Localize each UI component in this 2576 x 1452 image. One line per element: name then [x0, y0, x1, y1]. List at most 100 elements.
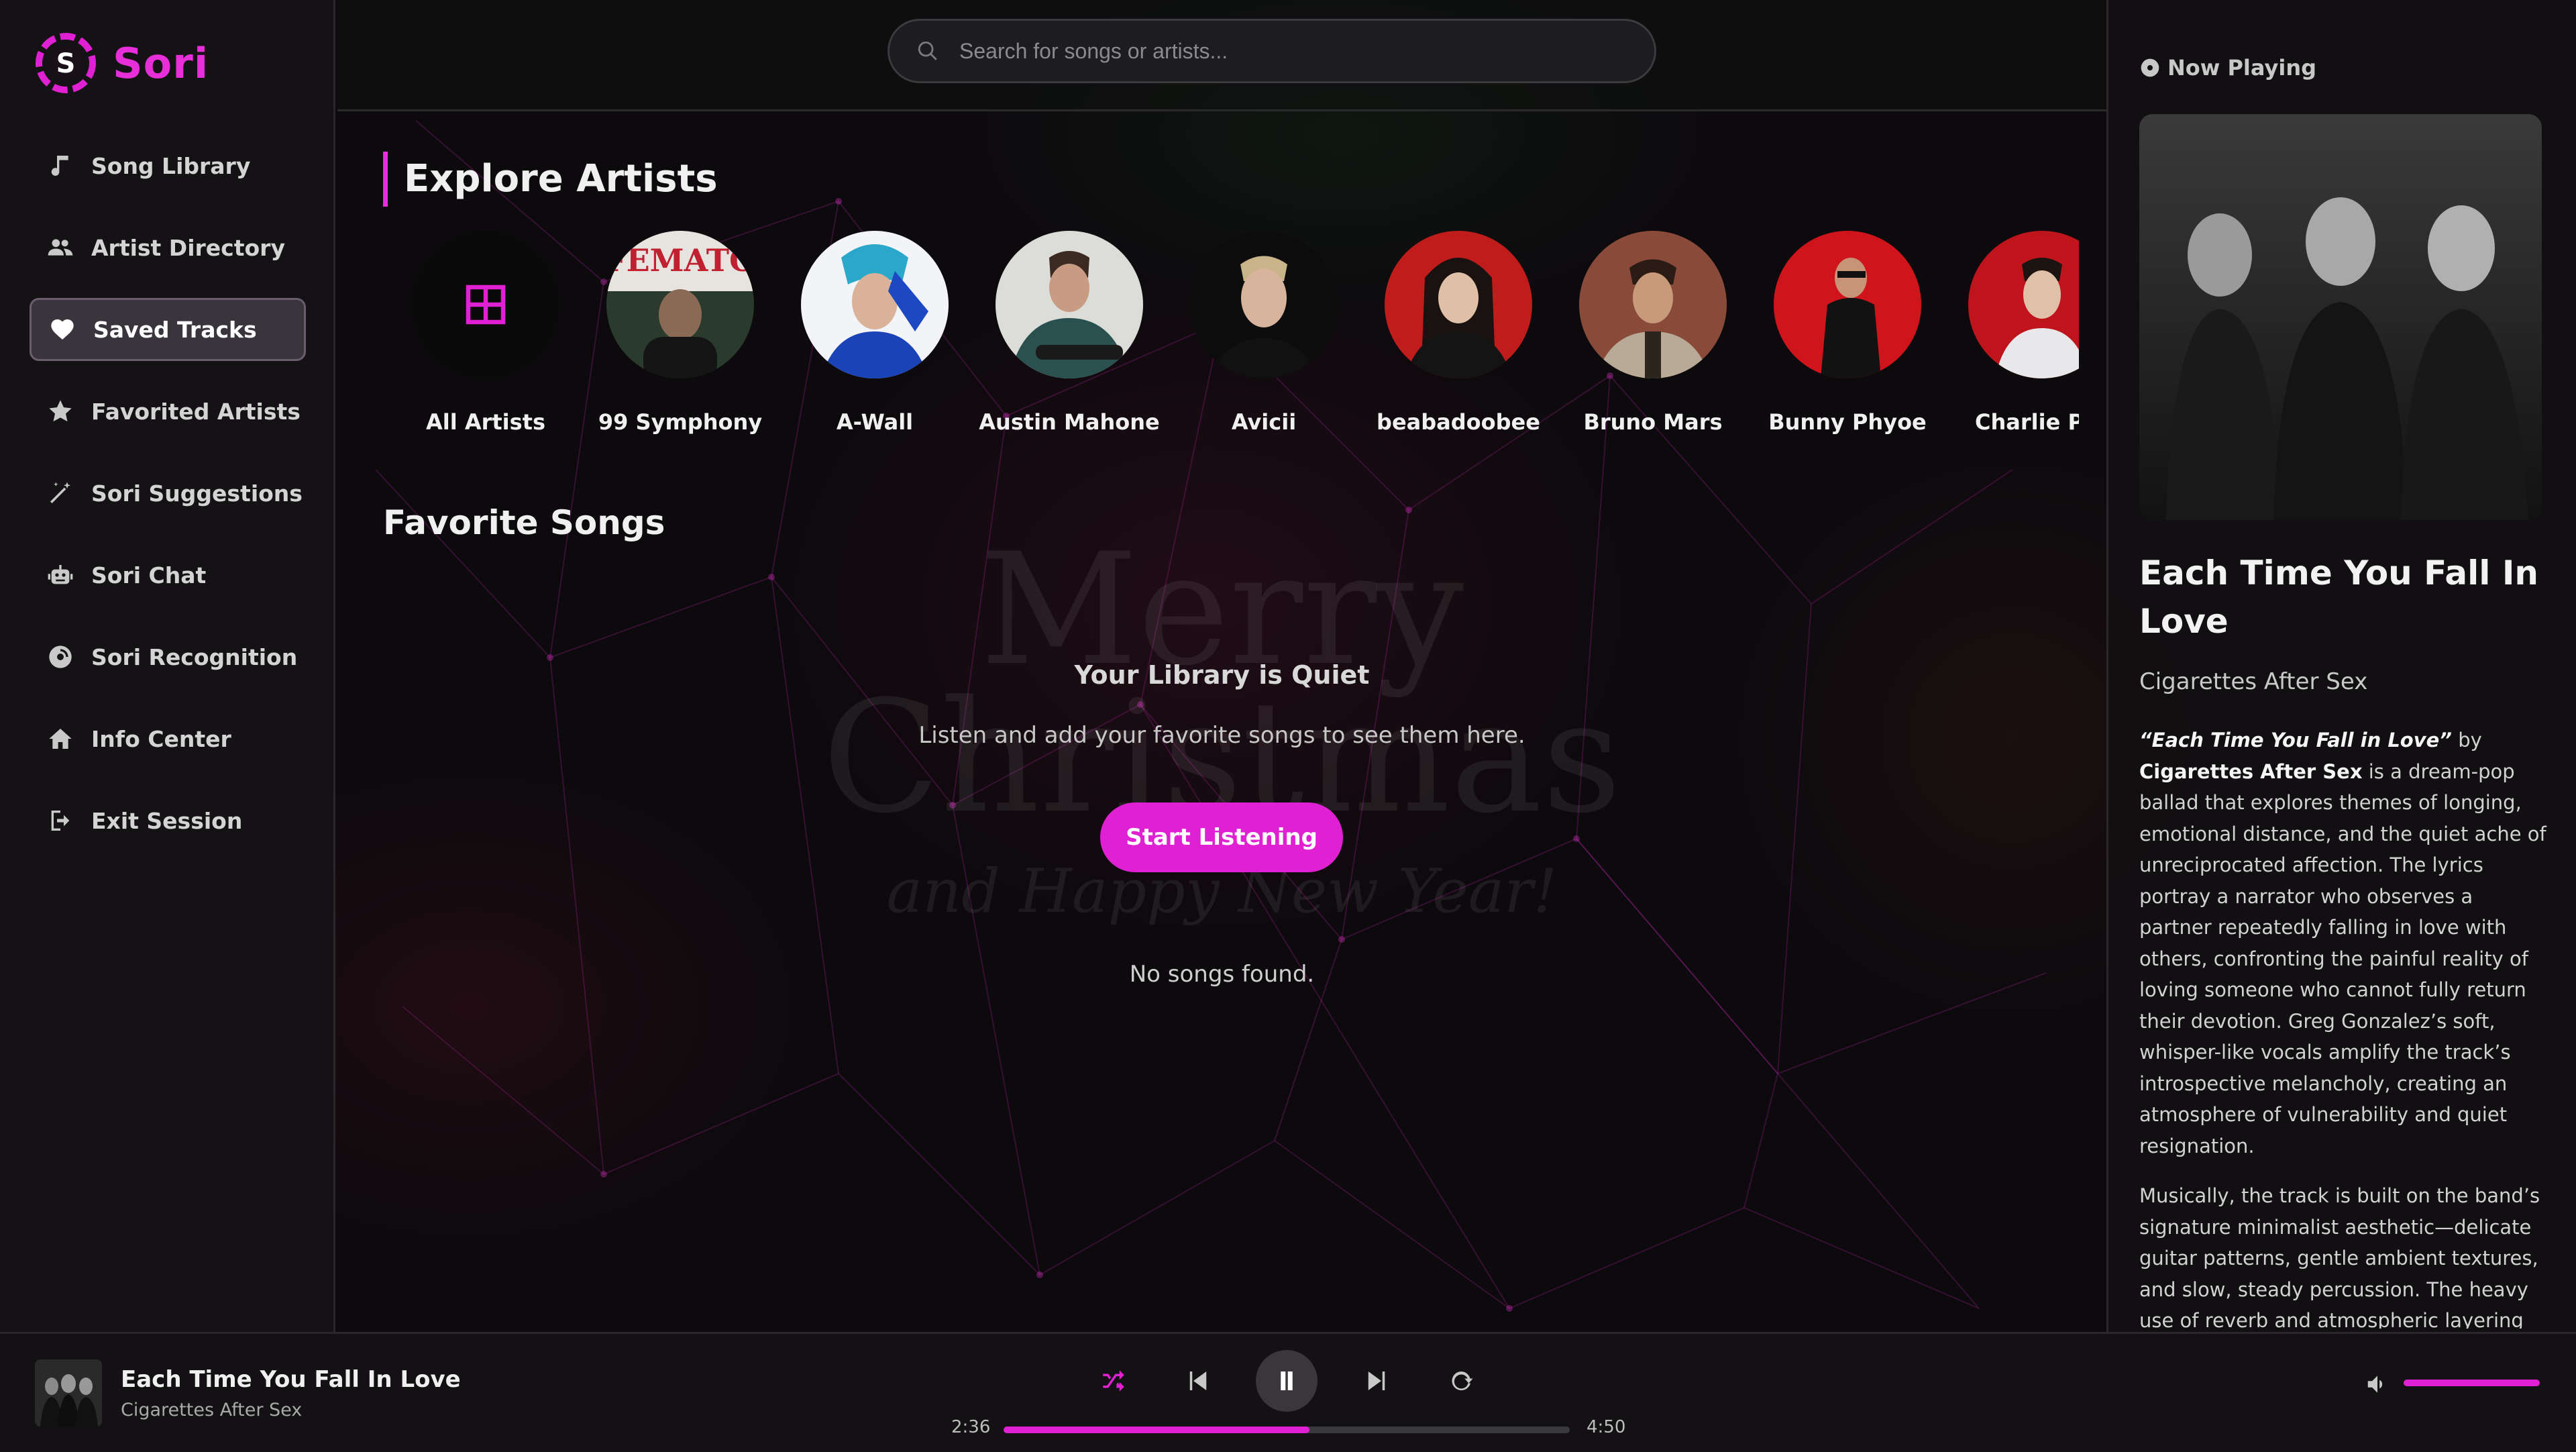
album-cover	[2139, 114, 2542, 520]
empty-state-subtitle: Listen and add your favorite songs to se…	[918, 722, 1525, 749]
logout-icon	[46, 806, 75, 835]
player-track-title: Each Time You Fall In Love	[121, 1366, 461, 1393]
shuffle-icon	[1103, 1370, 1124, 1392]
artist-card-bruno-mars[interactable]: Bruno Mars	[1556, 231, 1750, 435]
sidebar-item-label: Saved Tracks	[93, 316, 257, 343]
artist-avatar	[1190, 231, 1338, 378]
song-description: “Each Time You Fall in Love” by Cigarett…	[2139, 725, 2548, 1329]
heart-icon	[48, 315, 77, 344]
sidebar-item-label: Exit Session	[91, 807, 243, 834]
artist-name: Charlie Put	[1975, 409, 2079, 435]
shuffle-button[interactable]	[1083, 1350, 1144, 1412]
sidebar-item-saved-tracks[interactable]: Saved Tracks	[30, 298, 306, 361]
sidebar-nav: Song Library Artist Directory Saved Trac…	[30, 134, 306, 871]
search-icon	[918, 41, 937, 60]
skip-forward-icon	[1368, 1371, 1385, 1390]
artist-avatar	[1774, 231, 1921, 378]
previous-button[interactable]	[1167, 1350, 1229, 1412]
svg-text:FEMATO: FEMATO	[606, 242, 754, 278]
pause-button[interactable]	[1256, 1350, 1318, 1412]
sidebar-item-favorited-artists[interactable]: Favorited Artists	[30, 380, 306, 443]
sidebar-item-label: Favorited Artists	[91, 398, 301, 425]
elapsed-time: 2:36	[951, 1417, 991, 1437]
artist-avatar	[1968, 231, 2079, 378]
favorite-songs-title: Favorite Songs	[383, 503, 665, 542]
artist-card-charlie-puth[interactable]: Charlie Put	[1945, 231, 2079, 435]
volume-icon[interactable]	[2365, 1371, 2390, 1397]
search-bar[interactable]	[888, 19, 1656, 83]
sidebar-item-label: Sori Chat	[91, 562, 207, 588]
sidebar-item-label: Sori Suggestions	[91, 480, 303, 507]
star-icon	[46, 397, 75, 426]
volume-slider[interactable]	[2404, 1380, 2540, 1386]
sidebar-item-label: Song Library	[91, 152, 251, 179]
top-header	[337, 0, 2106, 111]
artist-name: Bruno Mars	[1583, 409, 1723, 435]
player-bar: Each Time You Fall In Love Cigarettes Af…	[0, 1332, 2576, 1452]
artist-name: All Artists	[425, 409, 546, 435]
now-playing-title: Each Time You Fall In Love	[2139, 554, 2539, 641]
sidebar-item-artist-directory[interactable]: Artist Directory	[30, 216, 306, 279]
sori-logo-icon: S	[36, 33, 96, 93]
app-name: Sori	[113, 38, 209, 88]
artist-avatar	[996, 231, 1143, 378]
repeat-icon	[1452, 1371, 1473, 1390]
app-logo[interactable]: S Sori	[34, 31, 209, 95]
artist-name: Austin Mahone	[979, 409, 1160, 435]
pause-icon	[1281, 1371, 1293, 1390]
record-icon	[2141, 58, 2159, 77]
artist-name: beabadoobee	[1377, 409, 1540, 435]
empty-state-title: Your Library is Quiet	[1074, 660, 1370, 690]
now-playing-header: Now Playing	[2139, 55, 2316, 81]
artist-avatar	[1385, 231, 1532, 378]
sidebar-item-sori-chat[interactable]: Sori Chat	[30, 543, 306, 607]
sidebar-item-info-center[interactable]: Info Center	[30, 707, 306, 770]
artist-name: Bunny Phyoe	[1768, 409, 1927, 435]
artist-card-austin-mahone[interactable]: Austin Mahone	[972, 231, 1167, 435]
sidebar-item-sori-recognition[interactable]: Sori Recognition	[30, 625, 306, 688]
home-icon	[46, 724, 75, 754]
no-songs-message: No songs found.	[1129, 961, 1315, 988]
total-duration: 4:50	[1587, 1417, 1626, 1437]
artist-card-a-wall[interactable]: A-Wall	[777, 231, 972, 435]
artist-card-99-symphony[interactable]: FEMATO 99 Symphony	[583, 231, 777, 435]
skip-back-icon	[1189, 1371, 1207, 1390]
sidebar: S Sori Song Library Artist Directory Sav…	[0, 0, 335, 1332]
sidebar-item-exit-session[interactable]: Exit Session	[30, 789, 306, 852]
artists-carousel: All Artists FEMATO 99 Symphony A-Wall Au…	[388, 231, 2079, 452]
description-paragraph: Musically, the track is built on the ban…	[2139, 1184, 2540, 1329]
artist-avatar: FEMATO	[606, 231, 754, 378]
now-playing-label: Now Playing	[2167, 55, 2317, 81]
robot-icon	[46, 560, 75, 590]
magic-wand-icon	[46, 478, 75, 508]
artist-card-avicii[interactable]: Avicii	[1167, 231, 1361, 435]
sidebar-item-sori-suggestions[interactable]: Sori Suggestions	[30, 462, 306, 525]
progress-fill	[1004, 1427, 1309, 1433]
artist-name: A-Wall	[836, 409, 914, 435]
sidebar-item-song-library[interactable]: Song Library	[30, 134, 306, 197]
start-listening-button[interactable]: Start Listening	[1100, 802, 1343, 872]
main-content: Merry Christmas and Happy New Year! Expl…	[337, 111, 2106, 1332]
svg-text:S: S	[56, 48, 76, 79]
users-icon	[46, 233, 75, 262]
artist-avatar	[1579, 231, 1727, 378]
sidebar-item-label: Info Center	[91, 725, 231, 752]
sidebar-item-label: Artist Directory	[91, 234, 285, 261]
artist-card-bunny-phyoe[interactable]: Bunny Phyoe	[1750, 231, 1945, 435]
progress-bar[interactable]	[1004, 1427, 1570, 1433]
record-icon	[46, 642, 75, 672]
music-note-icon	[46, 151, 75, 180]
explore-artists-title: Explore Artists	[383, 152, 718, 207]
player-thumbnail[interactable]	[35, 1359, 102, 1427]
grid-icon	[412, 231, 559, 378]
search-input[interactable]	[959, 38, 1630, 64]
artist-card-beabadoobee[interactable]: beabadoobee	[1361, 231, 1556, 435]
sidebar-item-label: Sori Recognition	[91, 643, 298, 670]
next-button[interactable]	[1346, 1350, 1407, 1412]
artist-name: 99 Symphony	[598, 409, 763, 435]
now-playing-artist: Cigarettes After Sex	[2139, 668, 2368, 695]
repeat-button[interactable]	[1430, 1350, 1492, 1412]
artist-name: Avicii	[1231, 409, 1297, 435]
description-paragraph: “Each Time You Fall in Love” by Cigarett…	[2139, 729, 2546, 1157]
artist-card-all-artists[interactable]: All Artists	[388, 231, 583, 435]
